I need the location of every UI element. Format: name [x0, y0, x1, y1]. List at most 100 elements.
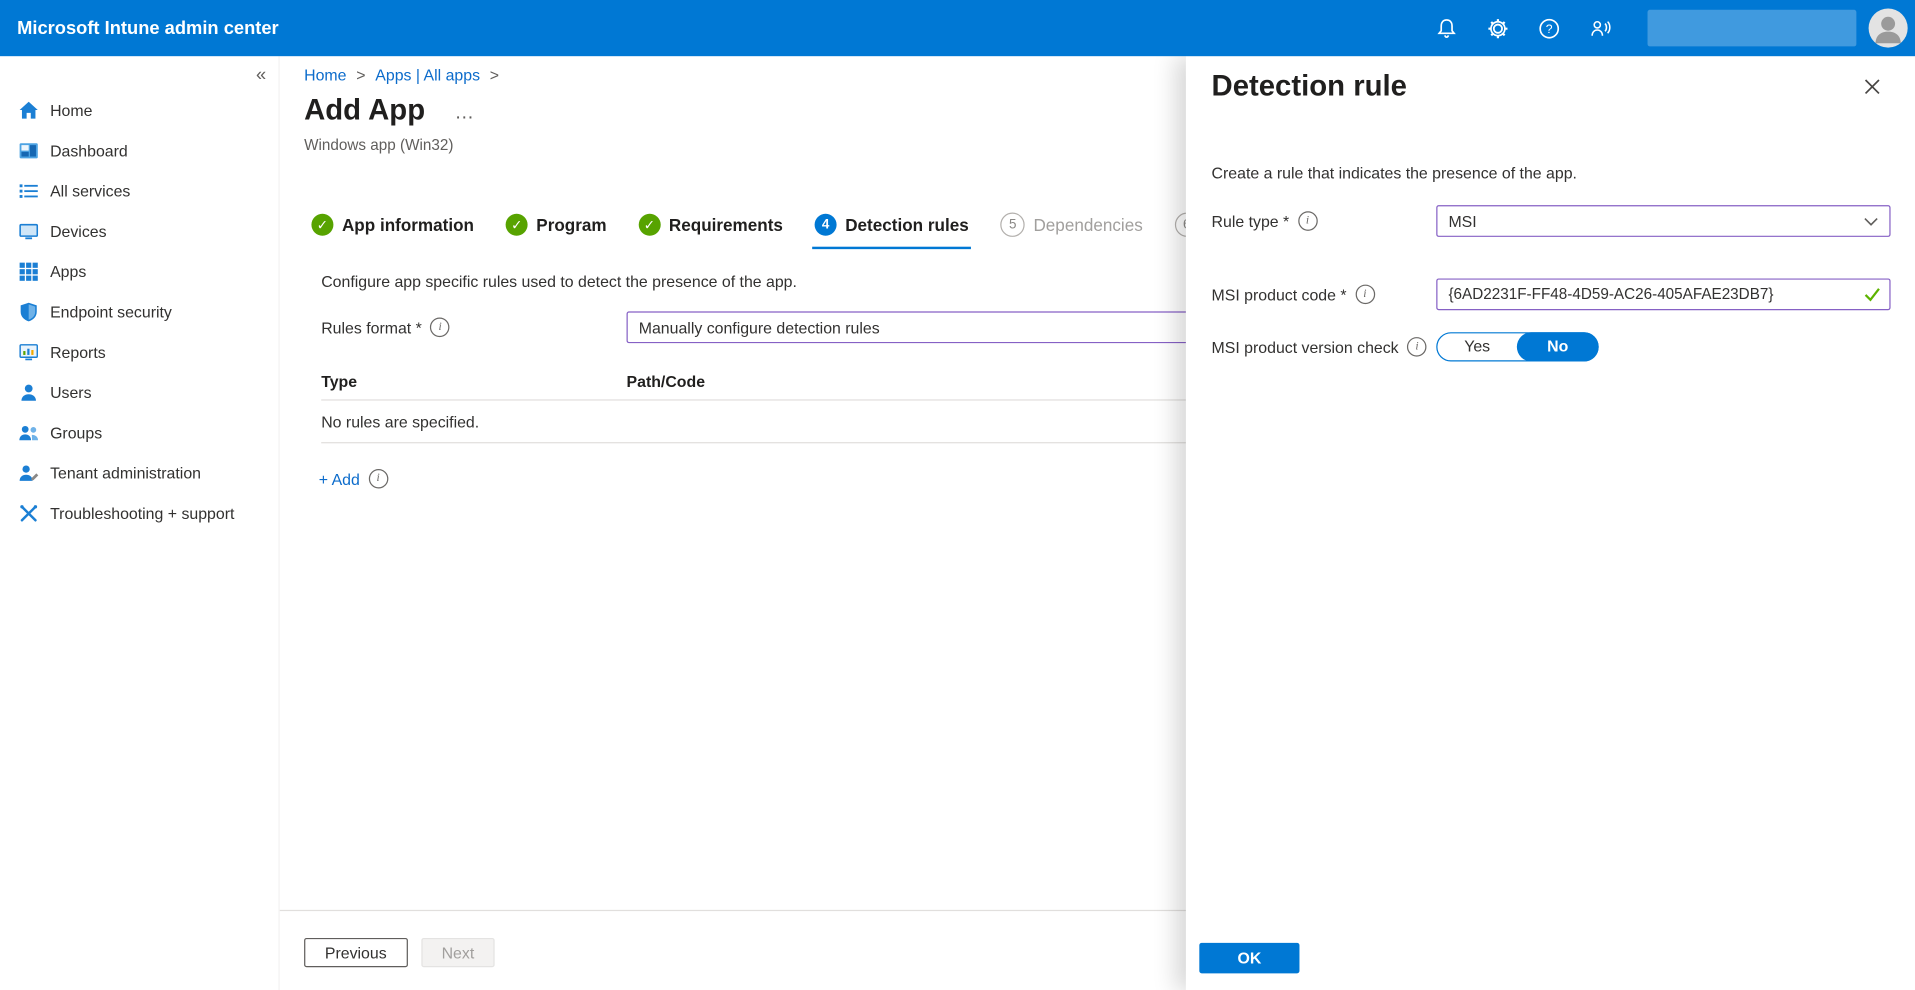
- sidebar-item-label: Reports: [50, 343, 106, 361]
- shield-icon: [18, 302, 39, 323]
- app-title[interactable]: Microsoft Intune admin center: [0, 18, 279, 39]
- sidebar-item-reports[interactable]: Reports: [0, 332, 278, 372]
- detection-rule-panel: Detection rule Create a rule that indica…: [1186, 56, 1915, 990]
- column-header-type[interactable]: Type: [321, 372, 626, 390]
- ok-button[interactable]: OK: [1199, 943, 1299, 974]
- info-icon[interactable]: [368, 469, 388, 489]
- bell-icon: [1434, 16, 1457, 39]
- sidebar-item-users[interactable]: Users: [0, 372, 278, 412]
- settings-button[interactable]: [1484, 15, 1511, 42]
- rule-type-label-group: Rule type *: [1212, 211, 1437, 231]
- breadcrumb-all-apps[interactable]: Apps | All apps: [375, 66, 480, 84]
- sidebar-item-label: Groups: [50, 424, 102, 442]
- step-number-badge: 5: [1000, 213, 1024, 237]
- tenant-admin-icon: [18, 463, 39, 484]
- wizard-steps: ✓ App information ✓ Program ✓ Requiremen…: [311, 213, 1207, 250]
- person-icon: [1869, 9, 1908, 48]
- sidebar-item-label: Tenant administration: [50, 464, 201, 482]
- info-icon[interactable]: [1355, 285, 1375, 305]
- wizard-footer-buttons: Previous Next: [304, 938, 495, 967]
- table-header-row: Type Path/Code: [321, 363, 1225, 401]
- table-empty-text: No rules are specified.: [321, 412, 479, 430]
- dashboard-icon: [18, 140, 39, 161]
- groups-icon: [18, 423, 39, 444]
- notifications-button[interactable]: [1433, 15, 1460, 42]
- rules-format-label-group: Rules format *: [321, 318, 626, 338]
- rule-type-label: Rule type *: [1212, 212, 1290, 230]
- panel-title: Detection rule: [1212, 68, 1407, 105]
- msi-version-check-label: MSI product version check: [1212, 338, 1399, 356]
- sidebar-item-all-services[interactable]: All services: [0, 171, 278, 211]
- msi-product-code-row: MSI product code *: [1212, 278, 1891, 310]
- step-program[interactable]: ✓ Program: [506, 213, 607, 250]
- breadcrumb-separator: [490, 66, 499, 84]
- all-services-icon: [18, 181, 39, 202]
- info-icon[interactable]: [430, 318, 450, 338]
- msi-version-check-toggle[interactable]: Yes No: [1436, 332, 1598, 361]
- avatar[interactable]: [1869, 9, 1908, 48]
- sidebar-item-devices[interactable]: Devices: [0, 211, 278, 251]
- detection-rules-description: Configure app specific rules used to det…: [321, 272, 797, 290]
- step-requirements[interactable]: ✓ Requirements: [638, 213, 783, 250]
- detection-rules-table: Type Path/Code No rules are specified.: [321, 363, 1225, 444]
- sidebar-item-label: Users: [50, 383, 91, 401]
- toggle-yes-option[interactable]: Yes: [1437, 333, 1516, 360]
- topbar-actions: ?: [1420, 9, 1915, 48]
- apps-icon: [18, 261, 39, 282]
- msi-product-code-label-group: MSI product code *: [1212, 285, 1437, 305]
- step-dependencies[interactable]: 5 Dependencies: [1000, 213, 1142, 250]
- rules-format-value: Manually configure detection rules: [639, 318, 880, 336]
- page-subtitle: Windows app (Win32): [304, 137, 453, 154]
- step-detection-rules[interactable]: 4 Detection rules: [815, 213, 969, 250]
- sidebar-item-tenant-administration[interactable]: Tenant administration: [0, 453, 278, 493]
- sidebar-item-apps[interactable]: Apps: [0, 252, 278, 292]
- sidebar-item-endpoint-security[interactable]: Endpoint security: [0, 292, 278, 332]
- chevron-down-icon: [1864, 217, 1879, 226]
- intune-admin-center: Microsoft Intune admin center ?: [0, 0, 1915, 990]
- info-icon[interactable]: [1407, 337, 1427, 357]
- step-number-badge: 4: [815, 214, 837, 236]
- step-complete-icon: ✓: [506, 214, 528, 236]
- breadcrumb-home[interactable]: Home: [304, 66, 346, 84]
- msi-product-code-input[interactable]: [1436, 278, 1890, 310]
- reports-icon: [18, 342, 39, 363]
- msi-product-code-label: MSI product code *: [1212, 285, 1347, 303]
- toggle-no-option[interactable]: No: [1517, 332, 1599, 361]
- sidebar-item-label: Apps: [50, 263, 86, 281]
- page-title: Add App: [304, 93, 425, 130]
- add-rule-link[interactable]: + Add: [319, 470, 360, 488]
- close-icon: [1864, 78, 1881, 95]
- next-button[interactable]: Next: [421, 938, 495, 967]
- sidebar-item-groups[interactable]: Groups: [0, 413, 278, 453]
- valid-check-icon: [1864, 287, 1881, 302]
- info-icon[interactable]: [1298, 211, 1318, 231]
- column-header-path-code[interactable]: Path/Code: [627, 372, 1225, 390]
- gear-icon: [1486, 16, 1509, 39]
- previous-button[interactable]: Previous: [304, 938, 407, 967]
- add-rule-row: + Add: [319, 469, 388, 489]
- sidebar-item-label: Dashboard: [50, 142, 128, 160]
- rule-type-value: MSI: [1448, 212, 1476, 230]
- feedback-button[interactable]: [1586, 15, 1613, 42]
- rules-format-dropdown[interactable]: Manually configure detection rules: [627, 311, 1213, 343]
- home-icon: [18, 100, 39, 121]
- user-icon: [18, 382, 39, 403]
- more-options-button[interactable]: …: [454, 103, 476, 125]
- step-app-information[interactable]: ✓ App information: [311, 213, 474, 250]
- rule-type-dropdown[interactable]: MSI: [1436, 205, 1890, 237]
- help-button[interactable]: ?: [1535, 15, 1562, 42]
- help-icon: ?: [1537, 16, 1560, 39]
- page-title-row: Add App …: [304, 93, 476, 130]
- sidebar-item-label: Endpoint security: [50, 303, 172, 321]
- close-panel-button[interactable]: [1861, 76, 1883, 102]
- feedback-icon: [1588, 16, 1611, 39]
- sidebar-item-troubleshooting-support[interactable]: Troubleshooting + support: [0, 493, 278, 533]
- sidebar-item-dashboard[interactable]: Dashboard: [0, 131, 278, 171]
- devices-icon: [18, 221, 39, 242]
- troubleshooting-icon: [18, 503, 39, 524]
- msi-product-code-field: [1436, 278, 1890, 310]
- step-complete-icon: ✓: [311, 214, 333, 236]
- sidebar-collapse-button[interactable]: [254, 62, 269, 88]
- sidebar-item-home[interactable]: Home: [0, 90, 278, 130]
- rules-format-label: Rules format *: [321, 318, 422, 336]
